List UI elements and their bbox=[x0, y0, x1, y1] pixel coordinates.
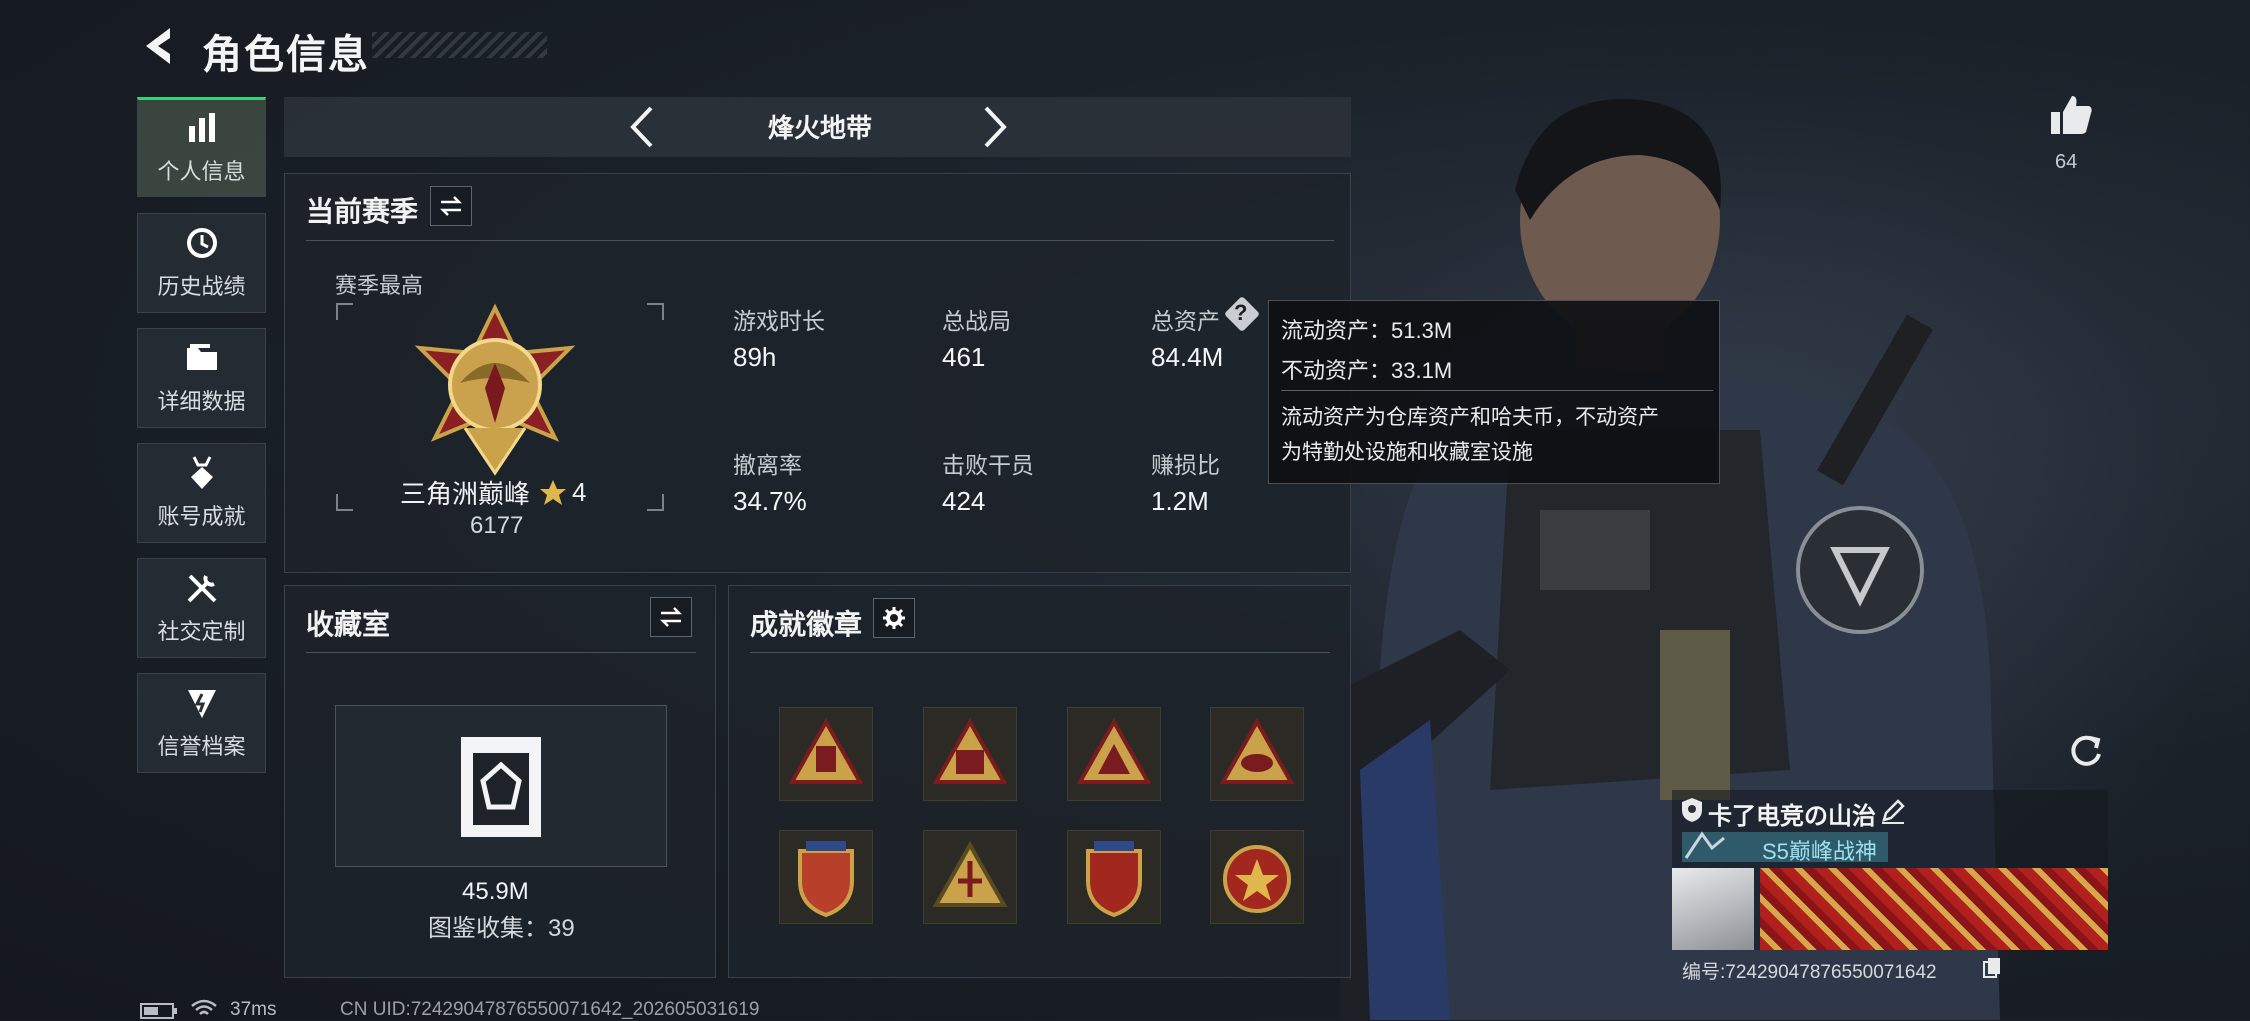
rank-name: 三角洲巅峰 bbox=[400, 479, 531, 509]
title-decoration bbox=[372, 32, 547, 58]
likes-count: 64 bbox=[2055, 151, 2078, 173]
triangle-badge-icon bbox=[788, 717, 864, 784]
triangle-badge-icon bbox=[932, 840, 1008, 907]
medal-icon bbox=[190, 456, 213, 489]
battery-icon bbox=[140, 1003, 177, 1019]
shield-bolt-icon bbox=[187, 690, 216, 718]
badges-settings-button[interactable] bbox=[873, 598, 915, 638]
folder-icon bbox=[186, 344, 217, 370]
stat-label-total-assets: 总资产 bbox=[1151, 308, 1220, 334]
achievement-badge[interactable] bbox=[779, 830, 873, 924]
season-switch-button[interactable] bbox=[430, 186, 472, 226]
achievement-badge[interactable] bbox=[923, 707, 1017, 801]
stat-label-profit-ratio: 赚损比 bbox=[1151, 452, 1220, 478]
swap-arrows-icon bbox=[659, 607, 683, 627]
achievement-badge[interactable] bbox=[1067, 707, 1161, 801]
ribbon-icon bbox=[1684, 831, 1725, 859]
collection-title: 收藏室 bbox=[306, 609, 391, 640]
stat-label-extract-rate: 撤离率 bbox=[733, 452, 802, 478]
rank-score: 6177 bbox=[470, 512, 524, 539]
badges-title: 成就徽章 bbox=[750, 609, 863, 640]
achievement-badge[interactable] bbox=[1210, 830, 1304, 924]
star-icon bbox=[540, 479, 567, 505]
achievement-badge[interactable] bbox=[779, 707, 873, 801]
swap-arrows-icon bbox=[439, 196, 463, 216]
season-title: 当前赛季 bbox=[306, 196, 419, 227]
sidebar-item-achievements[interactable]: 账号成就 bbox=[137, 443, 266, 543]
sidebar-item-history[interactable]: 历史战绩 bbox=[137, 213, 266, 313]
sidebar-item-personal-info[interactable]: 个人信息 bbox=[137, 97, 266, 197]
gear-icon bbox=[883, 607, 905, 629]
clock-history-icon bbox=[186, 228, 217, 258]
tooltip-description-line1: 流动资产为仓库资产和哈夫币，不动资产 bbox=[1281, 406, 1659, 429]
sidebar-item-label: 社交定制 bbox=[157, 619, 246, 644]
triangle-badge-icon bbox=[1076, 717, 1152, 784]
back-arrow-icon[interactable] bbox=[138, 24, 182, 68]
rank-stars: 4 bbox=[572, 477, 587, 507]
divider bbox=[306, 652, 696, 653]
sidebar-item-label: 账号成就 bbox=[157, 504, 246, 529]
player-title: S5巅峰战神 bbox=[1762, 839, 1877, 864]
uid-status: CN UID:7242904787655007164​2_20260503161… bbox=[340, 999, 760, 1020]
ping-status: 37ms bbox=[230, 999, 277, 1020]
achievement-badge[interactable] bbox=[923, 830, 1017, 924]
copy-icon[interactable] bbox=[1982, 956, 2002, 978]
player-id: 编号:7242904787655007164​2 bbox=[1682, 962, 1937, 983]
divider bbox=[1281, 390, 1713, 391]
stat-value-matches: 461 bbox=[942, 342, 986, 372]
player-banner[interactable] bbox=[1760, 868, 2108, 950]
triangle-badge-icon bbox=[1219, 717, 1295, 784]
bar-chart-icon bbox=[188, 113, 215, 142]
rank-name-row: 三角洲巅峰 4 bbox=[400, 474, 586, 511]
map-name: 烽火地带 bbox=[767, 113, 872, 143]
edit-pencil-icon[interactable] bbox=[1880, 798, 1906, 824]
stat-value-kills: 424 bbox=[942, 486, 986, 516]
wrench-screwdriver-icon bbox=[187, 574, 216, 603]
sidebar-item-detail-data[interactable]: 详细数据 bbox=[137, 328, 266, 428]
stat-value-profit-ratio: 1.2M bbox=[1151, 486, 1209, 516]
achievement-badge[interactable] bbox=[1210, 707, 1304, 801]
tooltip-liquid-assets: 流动资产：51.3M bbox=[1281, 318, 1453, 343]
divider bbox=[306, 240, 1334, 241]
stat-label-playtime: 游戏时长 bbox=[733, 308, 825, 334]
sidebar-item-social-custom[interactable]: 社交定制 bbox=[137, 558, 266, 658]
rotate-icon[interactable] bbox=[2066, 730, 2106, 770]
wifi-icon bbox=[191, 999, 217, 1015]
stat-value-extract-rate: 34.7% bbox=[733, 486, 807, 516]
page-title: 角色信息 bbox=[202, 33, 370, 77]
rank-emblem-icon bbox=[414, 303, 576, 476]
sidebar-item-label: 历史战绩 bbox=[157, 274, 246, 299]
triangle-badge-icon bbox=[932, 717, 1008, 784]
shield-badge-icon bbox=[1682, 798, 1702, 822]
chevron-left-icon[interactable] bbox=[617, 100, 667, 154]
stat-label-matches: 总战局 bbox=[942, 308, 1011, 334]
tooltip-description-line2: 为特勤处设施和收藏室设施 bbox=[1281, 441, 1533, 464]
player-avatar[interactable] bbox=[1672, 868, 1754, 950]
collection-count: 图鉴收集：39 bbox=[428, 915, 575, 942]
divider bbox=[750, 652, 1330, 653]
season-best-label: 赛季最高 bbox=[335, 273, 424, 298]
thumbs-up-icon[interactable] bbox=[2048, 92, 2094, 138]
stat-value-playtime: 89h bbox=[733, 342, 777, 372]
shield-badge-icon bbox=[1086, 841, 1142, 918]
round-badge-icon bbox=[1223, 845, 1291, 913]
chevron-right-icon[interactable] bbox=[970, 100, 1020, 154]
sidebar-item-label: 信誉档案 bbox=[157, 734, 246, 759]
stat-value-total-assets: 84.4M bbox=[1151, 342, 1224, 372]
vault-icon bbox=[461, 737, 541, 837]
sidebar-item-label: 个人信息 bbox=[157, 159, 246, 184]
stat-label-kills: 击败干员 bbox=[942, 452, 1034, 478]
shield-badge-icon bbox=[798, 841, 854, 918]
achievement-badge[interactable] bbox=[1067, 830, 1161, 924]
sidebar-item-credit-record[interactable]: 信誉档案 bbox=[137, 673, 266, 773]
tooltip-fixed-assets: 不动资产：33.1M bbox=[1281, 358, 1453, 383]
collection-value: 45.9M bbox=[462, 878, 529, 905]
sidebar-item-label: 详细数据 bbox=[157, 389, 246, 414]
collection-switch-button[interactable] bbox=[650, 597, 692, 637]
player-name: 卡了电竞の山治 bbox=[1708, 803, 1876, 830]
